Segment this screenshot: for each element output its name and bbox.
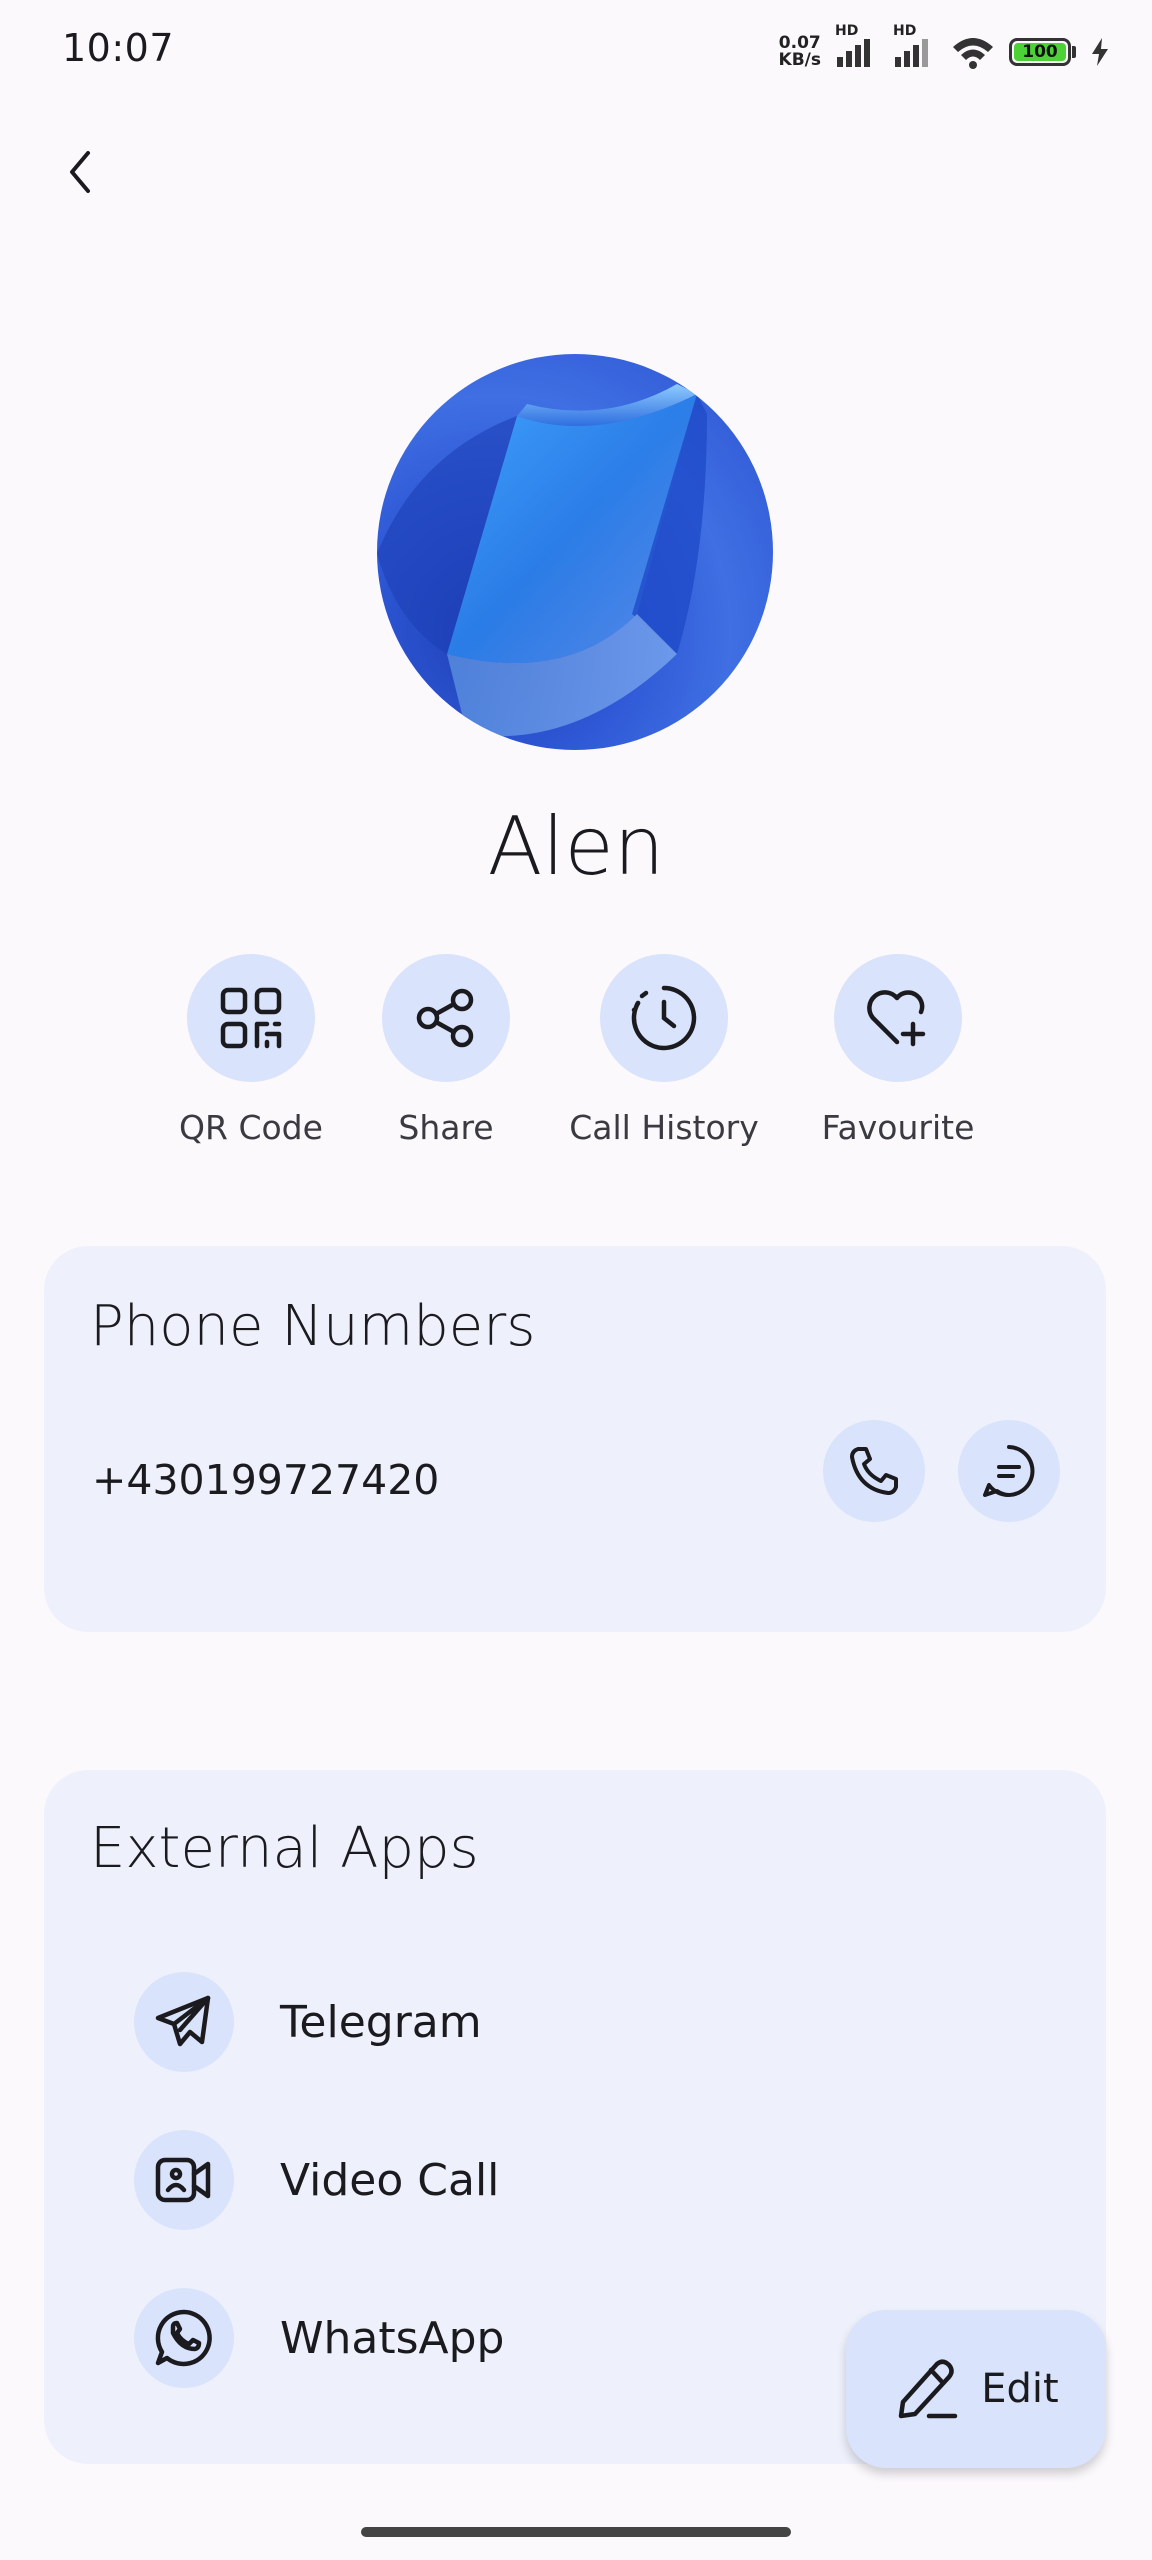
qr-code-icon — [220, 987, 282, 1049]
video-call-icon-circle — [134, 2130, 234, 2230]
call-button[interactable] — [823, 1420, 925, 1522]
network-speed: 0.07 KB/s — [779, 35, 821, 69]
wifi-icon — [951, 35, 995, 69]
signal-hd-label: HD — [893, 23, 917, 39]
share-button[interactable]: Share — [326, 954, 566, 1147]
signal-icon: HD — [835, 23, 879, 67]
app-item-whatsapp[interactable]: WhatsApp — [134, 2288, 505, 2388]
heart-plus-icon — [867, 990, 926, 1047]
edit-button[interactable]: Edit — [846, 2310, 1106, 2468]
call-history-circle[interactable] — [600, 954, 728, 1082]
charging-icon — [1090, 37, 1110, 67]
favourite-button[interactable]: Favourite — [778, 954, 1018, 1147]
whatsapp-icon-circle — [134, 2288, 234, 2388]
telegram-icon — [155, 1995, 211, 2047]
telegram-label: Telegram — [280, 1996, 482, 2048]
phone-numbers-card: Phone Numbers — [44, 1246, 1106, 1632]
phone-numbers-title: Phone Numbers — [90, 1294, 536, 1359]
app-item-telegram[interactable]: Telegram — [134, 1972, 482, 2072]
app-item-video-call[interactable]: Video Call — [134, 2130, 499, 2230]
avatar-image — [377, 384, 707, 737]
status-time: 10:07 — [62, 26, 175, 70]
external-apps-title: External Apps — [90, 1816, 479, 1881]
edit-label: Edit — [981, 2366, 1059, 2412]
phone-icon — [850, 1447, 898, 1495]
whatsapp-label: WhatsApp — [280, 2312, 505, 2364]
call-history-label: Call History — [569, 1108, 759, 1147]
chevron-left-icon — [70, 151, 90, 193]
contact-name: Alen — [487, 800, 665, 893]
battery-icon: 100 — [1009, 38, 1076, 66]
favourite-circle[interactable] — [834, 954, 962, 1082]
qr-code-label: QR Code — [179, 1108, 323, 1147]
message-icon — [983, 1445, 1035, 1497]
video-call-label: Video Call — [280, 2154, 500, 2206]
telegram-icon-circle — [134, 1972, 234, 2072]
phone-number[interactable]: +430199727420 — [92, 1456, 439, 1504]
home-indicator[interactable] — [361, 2527, 791, 2537]
signal-hd-label: HD — [835, 23, 859, 39]
call-history-button[interactable]: Call History — [544, 954, 784, 1147]
pencil-icon — [899, 2359, 958, 2419]
share-circle[interactable] — [382, 954, 510, 1082]
share-label: Share — [398, 1108, 494, 1147]
favourite-label: Favourite — [821, 1108, 975, 1147]
avatar[interactable] — [377, 354, 773, 750]
share-icon — [416, 988, 474, 1048]
whatsapp-icon — [155, 2309, 212, 2367]
network-speed-unit: KB/s — [778, 50, 821, 70]
history-icon — [631, 985, 697, 1051]
qr-code-circle[interactable] — [187, 954, 315, 1082]
signal-icon: HD — [893, 23, 937, 67]
battery-level: 100 — [1022, 42, 1058, 62]
message-button[interactable] — [958, 1420, 1060, 1522]
status-icons: 0.07 KB/s HD HD 100 — [779, 23, 1110, 76]
back-button[interactable] — [48, 140, 112, 204]
video-call-icon — [155, 2157, 211, 2203]
